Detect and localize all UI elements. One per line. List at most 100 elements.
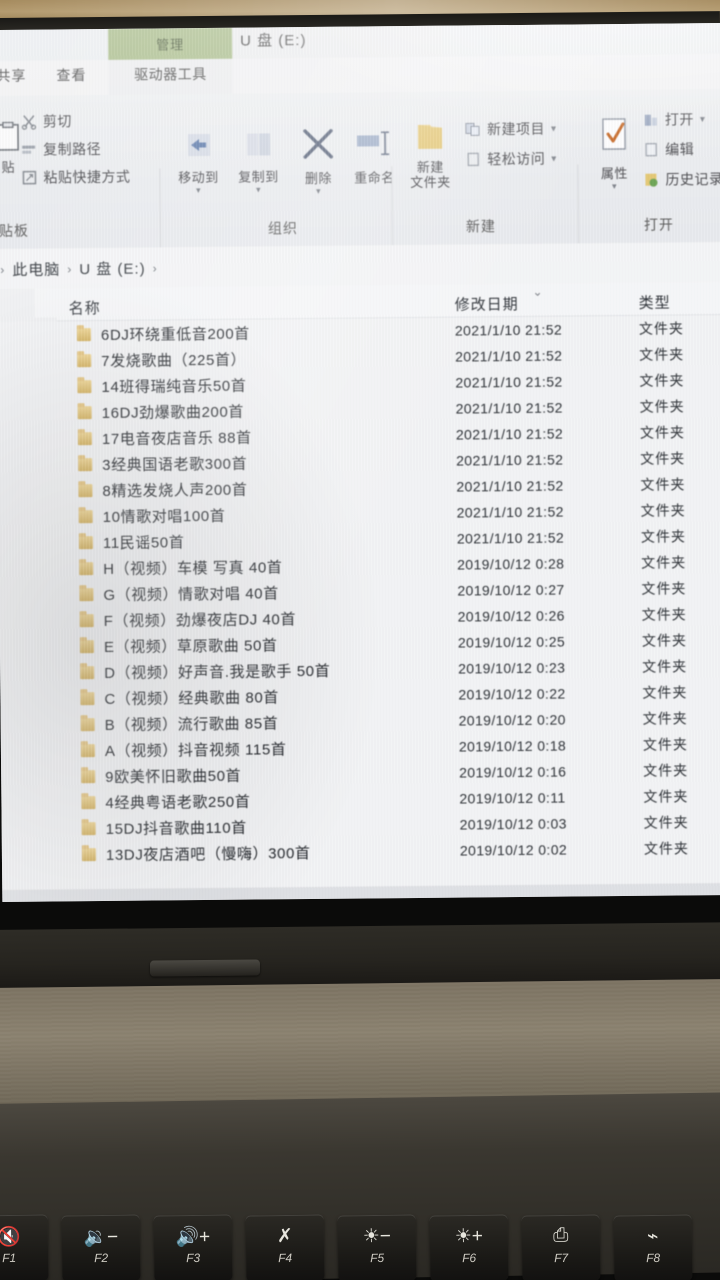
folder-icon (78, 535, 93, 549)
tab-manage[interactable]: 管理 (107, 27, 233, 60)
key-f7[interactable]: ⎙ F7 (521, 1214, 601, 1280)
key-f8[interactable]: ⌁ F8 (613, 1214, 693, 1280)
folder-icon (81, 847, 96, 861)
paste-shortcut-button[interactable]: 粘贴快捷方式 (21, 167, 130, 188)
window-title: U 盘 (E:) (240, 32, 307, 50)
file-name-cell: 4经典粤语老歌250首 (105, 793, 251, 812)
file-type-cell: 文件夹 (642, 736, 688, 753)
key-f5[interactable]: ☀− F5 (337, 1214, 417, 1280)
key-glyph: ⎙ (553, 1224, 569, 1247)
file-name-cell: 16DJ劲爆歌曲200首 (101, 403, 245, 422)
cut-label: 剪切 (42, 113, 72, 130)
file-name-cell: 14班得瑞纯音乐50首 (101, 377, 247, 396)
key-function-label: F3 (186, 1250, 201, 1266)
key-f6[interactable]: ☀+ F6 (429, 1214, 509, 1280)
new-item-icon (465, 121, 481, 137)
file-list[interactable]: 6DJ环绕重低音200首 2021/1/10 21:52 文件夹 7发烧歌曲（225首… (0, 314, 720, 900)
copy-path-button[interactable]: 复制路径 (21, 139, 101, 160)
properties-label: 属性 (600, 165, 628, 182)
folder-icon (79, 587, 94, 601)
cut-button[interactable]: 剪切 (21, 111, 72, 131)
file-type-cell: 文件夹 (643, 762, 689, 779)
file-type-cell: 文件夹 (638, 320, 684, 337)
file-type-cell: 文件夹 (641, 606, 687, 623)
rename-label: 重命名 (354, 170, 395, 186)
file-date-cell: 2021/1/10 21:52 (455, 399, 563, 417)
key-function-label: F1 (2, 1250, 17, 1266)
column-header-type[interactable]: 类型 (639, 292, 671, 313)
group-label-clipboard: 剪贴板 (0, 222, 30, 240)
key-f2[interactable]: 🔉− F2 (61, 1214, 141, 1280)
properties-button[interactable]: 属性 ▾ (583, 110, 646, 193)
file-name-cell: 17电音夜店音乐 88首 (101, 429, 252, 448)
folder-icon (81, 769, 96, 783)
folder-icon (78, 483, 93, 497)
key-glyph: 🔉− (83, 1226, 119, 1249)
move-to-button[interactable]: 移动到 ▾ (167, 124, 230, 197)
file-type-cell: 文件夹 (640, 476, 686, 493)
open-button[interactable]: 打开 ▾ (643, 109, 706, 130)
copy-to-button[interactable]: 复制到 ▾ (227, 123, 290, 196)
delete-button[interactable]: 删除 ▾ (287, 117, 350, 198)
file-name-cell: 15DJ抖音歌曲110首 (105, 819, 247, 838)
folder-icon (77, 431, 92, 445)
key-function-label: F7 (554, 1250, 569, 1266)
breadcrumb-chevron-0: › (0, 262, 6, 277)
file-name-cell: 6DJ环绕重低音200首 (100, 325, 250, 344)
file-name-cell: 9欧美怀旧歌曲50首 (105, 767, 242, 786)
file-date-cell: 2019/10/12 0:02 (459, 841, 568, 859)
folder-icon (79, 639, 94, 653)
file-name-cell: D（视频）好声音.我是歌手 50首 (104, 662, 331, 682)
new-folder-label-1: 新建 (416, 159, 444, 175)
key-f3[interactable]: 🔊+ F3 (153, 1214, 233, 1280)
file-date-cell: 2021/1/10 21:52 (454, 321, 563, 339)
key-f1[interactable]: 🔇 F1 (0, 1214, 49, 1280)
tab-view[interactable]: 查看 (56, 65, 86, 85)
folder-icon (81, 795, 96, 809)
file-date-cell: 2019/10/12 0:26 (457, 607, 565, 625)
key-glyph: 🔇 (0, 1226, 21, 1249)
new-folder-label-2: 文件夹 (410, 174, 451, 191)
folder-icon (77, 379, 92, 393)
file-explorer-window: 管理 U 盘 (E:) 共享 查看 驱动器工具 贴 剪切 复制路径 粘贴快捷方式… (0, 22, 720, 902)
key-f4[interactable]: ✗ F4 (245, 1214, 325, 1280)
key-function-label: F5 (370, 1250, 385, 1266)
key-function-label: F8 (646, 1250, 661, 1266)
file-type-cell: 文件夹 (641, 554, 687, 571)
tab-share[interactable]: 共享 (0, 66, 27, 86)
key-function-label: F2 (94, 1250, 109, 1266)
new-item-button[interactable]: 新建项目 ▾ (465, 119, 557, 140)
address-bar[interactable]: › 此电脑 › U 盘 (E:) › (0, 241, 720, 289)
rename-icon (343, 116, 406, 171)
move-to-label: 移动到 (178, 169, 219, 186)
copy-path-label: 复制路径 (43, 140, 102, 158)
file-type-cell: 文件夹 (640, 502, 686, 519)
folder-icon (80, 717, 95, 731)
edit-button[interactable]: 编辑 (643, 139, 694, 159)
breadcrumb-item-udisk[interactable]: U 盘 (E:) (79, 258, 146, 280)
properties-icon (583, 110, 646, 167)
key-glyph: ⌁ (646, 1225, 659, 1248)
file-name-cell: C（视频）经典歌曲 80首 (104, 688, 280, 708)
file-date-cell: 2021/1/10 21:52 (455, 425, 564, 443)
rename-button[interactable]: 重命名 (343, 116, 406, 186)
file-type-cell: 文件夹 (643, 788, 689, 805)
file-date-cell: 2019/10/12 0:22 (458, 685, 566, 703)
breadcrumb-item-this-pc[interactable]: 此电脑 (12, 258, 60, 279)
new-folder-button[interactable]: 新建 文件夹 (399, 114, 462, 191)
history-button[interactable]: 历史记录 (643, 169, 720, 190)
folder-icon (79, 613, 94, 627)
folder-icon (81, 821, 96, 835)
file-type-cell: 文件夹 (643, 840, 689, 857)
folder-icon (79, 561, 94, 575)
easy-access-icon (465, 151, 481, 167)
file-type-cell: 文件夹 (641, 580, 687, 597)
tab-drive-tools[interactable]: 驱动器工具 (108, 58, 233, 95)
column-header-name[interactable]: 名称 (69, 297, 101, 318)
laptop-palmrest (0, 978, 720, 1110)
file-date-cell: 2019/10/12 0:28 (457, 555, 565, 573)
key-function-label: F4 (278, 1250, 293, 1266)
file-type-cell: 文件夹 (640, 528, 686, 545)
easy-access-button[interactable]: 轻松访问 ▾ (465, 149, 557, 170)
column-header-date[interactable]: 修改日期 (455, 293, 519, 315)
